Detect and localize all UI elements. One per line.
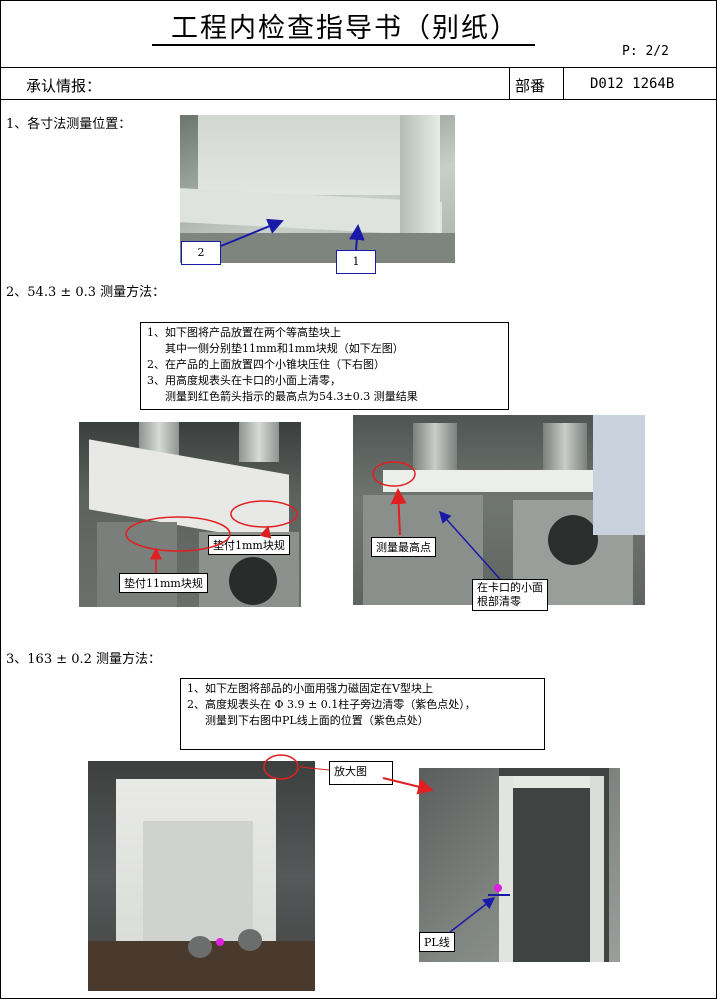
arrow-to-enlarged [382,777,434,795]
arrow-marker-1 [348,224,365,251]
leader-enlarge-tag [299,766,330,771]
purple-dot-pl [494,884,502,892]
circle-highest-point [372,461,416,487]
arrow-1mm-gauge [259,525,272,539]
circle-11mm-gauge [125,516,231,552]
arrow-marker-2 [220,218,284,247]
circle-enlarge-area [263,754,299,780]
circle-1mm-gauge [230,500,298,528]
arrow-pl-line [449,897,496,933]
arrow-highest-point [390,488,407,536]
arrow-zero-position [438,510,501,580]
purple-dot-zero [216,938,224,946]
annotation-overlay [125,218,510,946]
